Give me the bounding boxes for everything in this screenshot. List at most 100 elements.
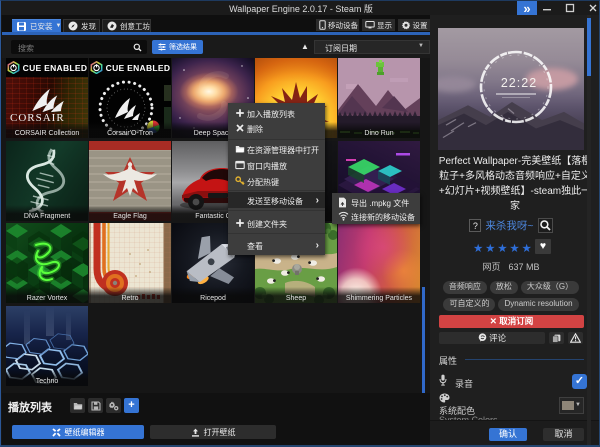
menu-item-create-folder[interactable]: 创建文件夹 xyxy=(228,216,325,231)
menu-item-label-play-in-window: 窗口内播放 xyxy=(247,161,287,172)
wallpaper-tile-retro[interactable]: Retro xyxy=(89,223,171,303)
playlist-save-button[interactable] xyxy=(88,398,103,413)
avatar: ? xyxy=(469,219,481,232)
tag-pill[interactable]: 放松 xyxy=(490,281,518,294)
context-menu: 加入播放列表 删除 在资源管理器中打开 窗口内播放 分配热键 发送至移动设备 ›… xyxy=(228,103,325,255)
search-input[interactable]: 搜索 xyxy=(11,40,147,54)
copy-button[interactable] xyxy=(549,332,564,344)
playlist-add-button[interactable]: + xyxy=(124,398,139,413)
wallpaper-tile-techno[interactable]: Techno xyxy=(6,306,88,386)
settings-label: 设置 xyxy=(413,20,428,31)
tile-label: Dino Run xyxy=(338,122,420,138)
audio-option-label: 录音 xyxy=(455,377,473,390)
grid-scrollbar-thumb[interactable] xyxy=(422,287,425,393)
menu-item-delete[interactable]: 删除 xyxy=(228,121,325,136)
plus-icon xyxy=(235,218,245,228)
author-link[interactable]: 来杀我呀~ xyxy=(485,218,533,233)
submenu-arrow-icon: › xyxy=(316,240,319,251)
menu-item-assign-hotkey[interactable]: 分配热键 xyxy=(228,174,325,189)
menu-separator xyxy=(228,210,325,211)
gear-icon xyxy=(401,20,411,30)
close-button[interactable] xyxy=(586,1,600,15)
search-icon xyxy=(133,43,142,52)
menu-separator xyxy=(228,190,325,191)
tag-pill[interactable]: 音频响应 xyxy=(443,281,487,294)
wallpaper-tile-corsair-collection[interactable]: CUE ENABLED CORSAIR CORSAIR Collection xyxy=(6,58,88,138)
menu-separator xyxy=(228,139,325,140)
context-submenu: 导出 .mpkg 文件 连接新的移动设备 xyxy=(332,193,420,224)
cue-enabled-badge: CUE ENABLED xyxy=(89,58,171,77)
menu-item-open-in-explorer[interactable]: 在资源管理器中打开 xyxy=(228,142,325,157)
close-icon xyxy=(235,123,245,133)
cue-icon xyxy=(90,61,103,74)
confirm-button[interactable]: 确认 xyxy=(489,428,527,441)
wallpaper-preview[interactable]: 22:22 xyxy=(438,28,584,150)
sidebar-scrollbar[interactable] xyxy=(587,15,591,447)
monitor-icon xyxy=(365,20,375,30)
submenu-item-export-mpkg[interactable]: 导出 .mpkg 文件 xyxy=(332,195,420,209)
display-button[interactable]: 显示 xyxy=(362,19,395,31)
wallpaper-title: Perfect Wallpaper-完美壁纸【落樱粒子+多风格动态音频响应+自定… xyxy=(438,154,592,214)
sort-dropdown-value: 订阅日期 xyxy=(325,43,357,54)
phone-icon xyxy=(319,20,326,30)
menu-item-play-in-window[interactable]: 窗口内播放 xyxy=(228,158,325,173)
wallpaper-tile-shimmering-particles[interactable]: Shimmering Particles xyxy=(338,223,420,303)
plus-icon xyxy=(235,108,245,118)
cue-badge-label: CUE ENABLED xyxy=(23,63,88,73)
tab-workshop[interactable]: 创意工坊 xyxy=(102,19,151,32)
playlist-open-folder-button[interactable] xyxy=(70,398,85,413)
filter-results-button[interactable]: 筛选结果 xyxy=(152,40,203,54)
tab-installed[interactable]: 已安装 ▼ xyxy=(12,19,61,32)
tag-pill[interactable]: 可自定义的 xyxy=(443,298,495,311)
submenu-item-connect-mobile[interactable]: 连接新的移动设备 xyxy=(332,209,420,223)
wallpaper-editor-button[interactable]: 壁纸编辑器 xyxy=(12,425,144,439)
filter-results-label: 筛选结果 xyxy=(169,42,197,52)
tag-pill[interactable]: 大众级（G） xyxy=(521,281,579,294)
audio-option-row: 录音 ✓ xyxy=(439,374,584,390)
audio-checkbox[interactable]: ✓ xyxy=(572,374,587,389)
playlist-settings-button[interactable] xyxy=(106,398,121,413)
settings-button[interactable]: 设置 xyxy=(398,19,430,31)
rating-row: ★★★★★ ♥ xyxy=(430,239,592,255)
search-placeholder: 搜索 xyxy=(18,43,34,54)
color-picker-dropdown[interactable]: ▼ xyxy=(559,397,584,414)
sort-dropdown[interactable]: 订阅日期 ▼ xyxy=(314,40,430,54)
wallpaper-tile-eagle-flag[interactable]: Eagle Flag xyxy=(89,141,171,221)
mobile-device-button[interactable]: 移动设备 xyxy=(316,19,359,31)
unsubscribe-button[interactable]: ✕ 取消订阅 xyxy=(439,315,584,328)
sort-ascending-button[interactable]: ▲ xyxy=(298,40,312,54)
submenu-item-label-export-mpkg: 导出 .mpkg 文件 xyxy=(351,198,409,209)
wallpaper-tile-corsair-o-tron[interactable]: CUE ENABLED Corsair'O-Tron xyxy=(89,58,171,138)
rating-stars[interactable]: ★★★★★ xyxy=(473,241,534,255)
open-wallpaper-button[interactable]: 打开壁纸 xyxy=(150,425,276,439)
wallpaper-tile-dino-run[interactable]: Dino Run xyxy=(338,58,420,138)
submenu-item-label-connect-mobile: 连接新的移动设备 xyxy=(351,212,415,223)
favorite-button[interactable]: ♥ xyxy=(535,239,551,254)
tile-label: Corsair'O-Tron xyxy=(89,122,171,138)
comment-label: 评论 xyxy=(489,333,506,343)
workshop-icon xyxy=(107,21,117,31)
menu-item-send-to-mobile[interactable]: 发送至移动设备 › xyxy=(228,192,325,208)
title-bar[interactable]: Wallpaper Engine 2.0.17 - Steam 版 » xyxy=(1,1,600,15)
tag-pill[interactable]: Dynamic resolution xyxy=(498,298,578,311)
menu-item-label-create-folder: 创建文件夹 xyxy=(247,219,287,230)
sidebar-scrollbar-thumb[interactable] xyxy=(587,18,591,76)
tab-installed-label: 已安装 xyxy=(30,21,53,32)
tile-label: Ricepod xyxy=(172,287,254,303)
tab-discover-label: 发现 xyxy=(81,21,96,32)
maximize-button[interactable] xyxy=(563,1,577,15)
tab-discover[interactable]: 发现 xyxy=(63,19,100,32)
comment-button[interactable]: 评论 xyxy=(439,332,545,344)
tile-label: DNA Fragment xyxy=(6,205,88,221)
mobile-device-label: 移动设备 xyxy=(328,20,358,31)
wallpaper-tile-dna-fragment[interactable]: DNA Fragment xyxy=(6,141,88,221)
minimize-button[interactable] xyxy=(540,1,554,15)
tag-list: 音频响应放松大众级（G） 可自定义的Dynamic resolution xyxy=(430,277,592,311)
menu-item-view[interactable]: 查看 › xyxy=(228,238,325,253)
menu-item-add-to-playlist[interactable]: 加入播放列表 xyxy=(228,106,325,121)
report-button[interactable] xyxy=(568,332,583,344)
tile-label: CORSAIR Collection xyxy=(6,122,88,138)
cancel-button[interactable]: 取消 xyxy=(543,428,584,441)
author-search-button[interactable] xyxy=(538,218,553,233)
wallpaper-tile-razer-vortex[interactable]: Razer Vortex xyxy=(6,223,88,303)
